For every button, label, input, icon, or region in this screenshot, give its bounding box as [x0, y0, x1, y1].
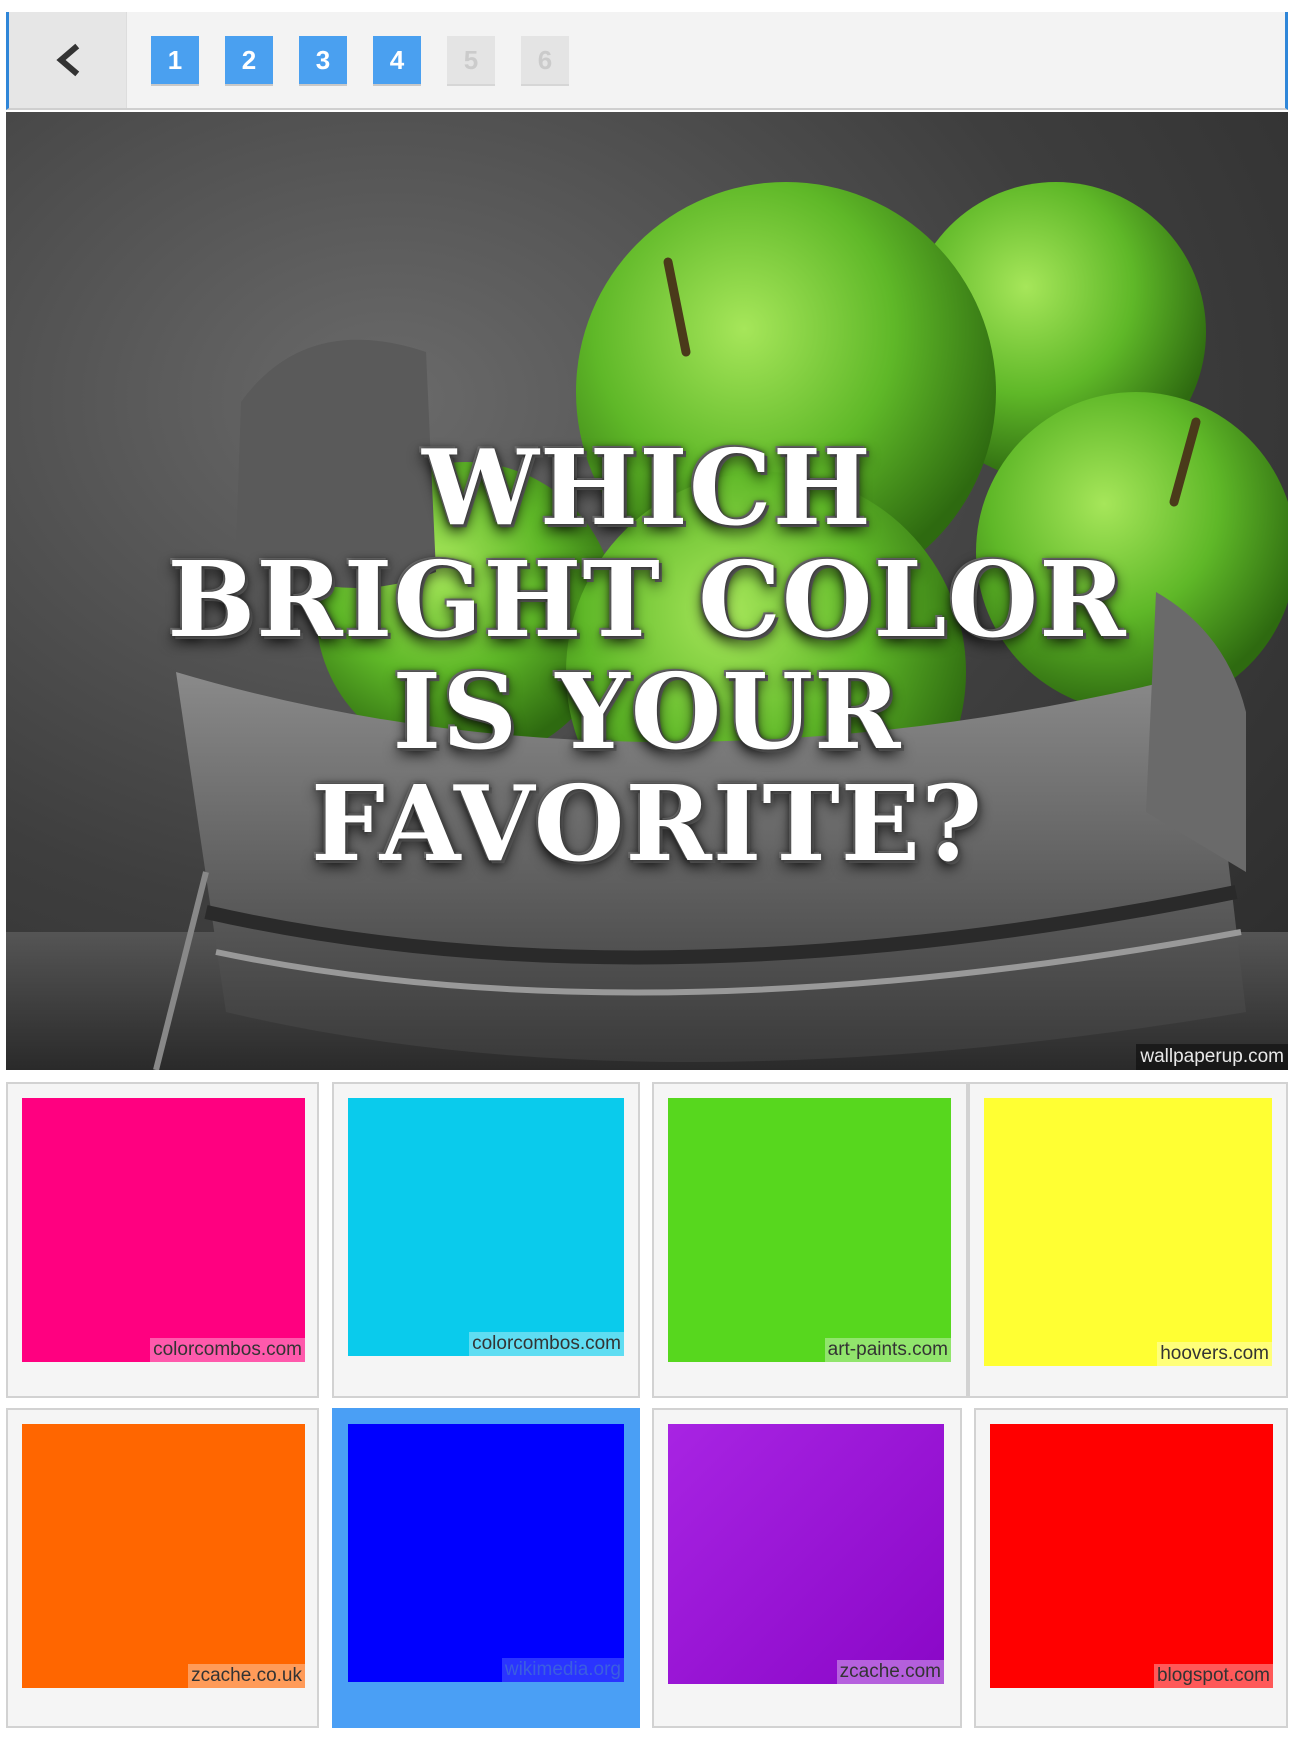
option-tile-red[interactable]: blogspot.com [974, 1408, 1288, 1728]
color-swatch: wikimedia.org [348, 1424, 624, 1682]
page-3-button[interactable]: 3 [299, 36, 347, 84]
option-tile-green[interactable]: art-paints.com [652, 1082, 968, 1398]
option-tile-yellow[interactable]: hoovers.com [968, 1082, 1288, 1398]
title-line: IS YOUR [392, 650, 902, 773]
option-tile-pink[interactable]: colorcombos.com [6, 1082, 319, 1398]
image-source: zcache.co.uk [188, 1664, 305, 1688]
image-credit: wallpaperup.com [1136, 1044, 1288, 1070]
quiz-nav-bar: 1 2 3 4 5 6 [6, 12, 1288, 110]
chevron-left-icon [55, 43, 79, 77]
image-source: hoovers.com [1157, 1342, 1272, 1366]
image-source: wikimedia.org [501, 1658, 624, 1682]
image-source: blogspot.com [1153, 1664, 1273, 1688]
color-swatch: zcache.com [668, 1424, 944, 1684]
page-numbers: 1 2 3 4 5 6 [151, 36, 595, 84]
page-5-button: 5 [447, 36, 495, 84]
page-2-button[interactable]: 2 [225, 36, 273, 84]
option-tile-cyan[interactable]: colorcombos.com [332, 1082, 640, 1398]
color-swatch: art-paints.com [668, 1098, 951, 1362]
title-line: WHICH [422, 426, 872, 549]
page-1-button[interactable]: 1 [151, 36, 199, 84]
color-swatch: colorcombos.com [348, 1098, 624, 1356]
question-title: WHICH BRIGHT COLOR IS YOUR FAVORITE? [6, 432, 1288, 880]
image-source: colorcombos.com [150, 1338, 305, 1362]
option-tile-purple[interactable]: zcache.com [652, 1408, 962, 1728]
color-swatch: zcache.co.uk [22, 1424, 305, 1688]
image-source: zcache.com [836, 1660, 944, 1684]
image-source: art-paints.com [824, 1338, 951, 1362]
color-swatch: hoovers.com [984, 1098, 1272, 1366]
option-tile-orange[interactable]: zcache.co.uk [6, 1408, 319, 1728]
title-line: BRIGHT COLOR [167, 538, 1127, 661]
color-swatch: colorcombos.com [22, 1098, 305, 1362]
page-4-button[interactable]: 4 [373, 36, 421, 84]
color-swatch: blogspot.com [990, 1424, 1273, 1688]
image-source: colorcombos.com [469, 1332, 624, 1356]
question-image: WHICH BRIGHT COLOR IS YOUR FAVORITE? wal… [6, 112, 1288, 1070]
option-tile-blue[interactable]: wikimedia.org [332, 1408, 640, 1728]
title-line: FAVORITE? [311, 762, 983, 885]
back-button[interactable] [9, 12, 127, 108]
page-6-button: 6 [521, 36, 569, 84]
